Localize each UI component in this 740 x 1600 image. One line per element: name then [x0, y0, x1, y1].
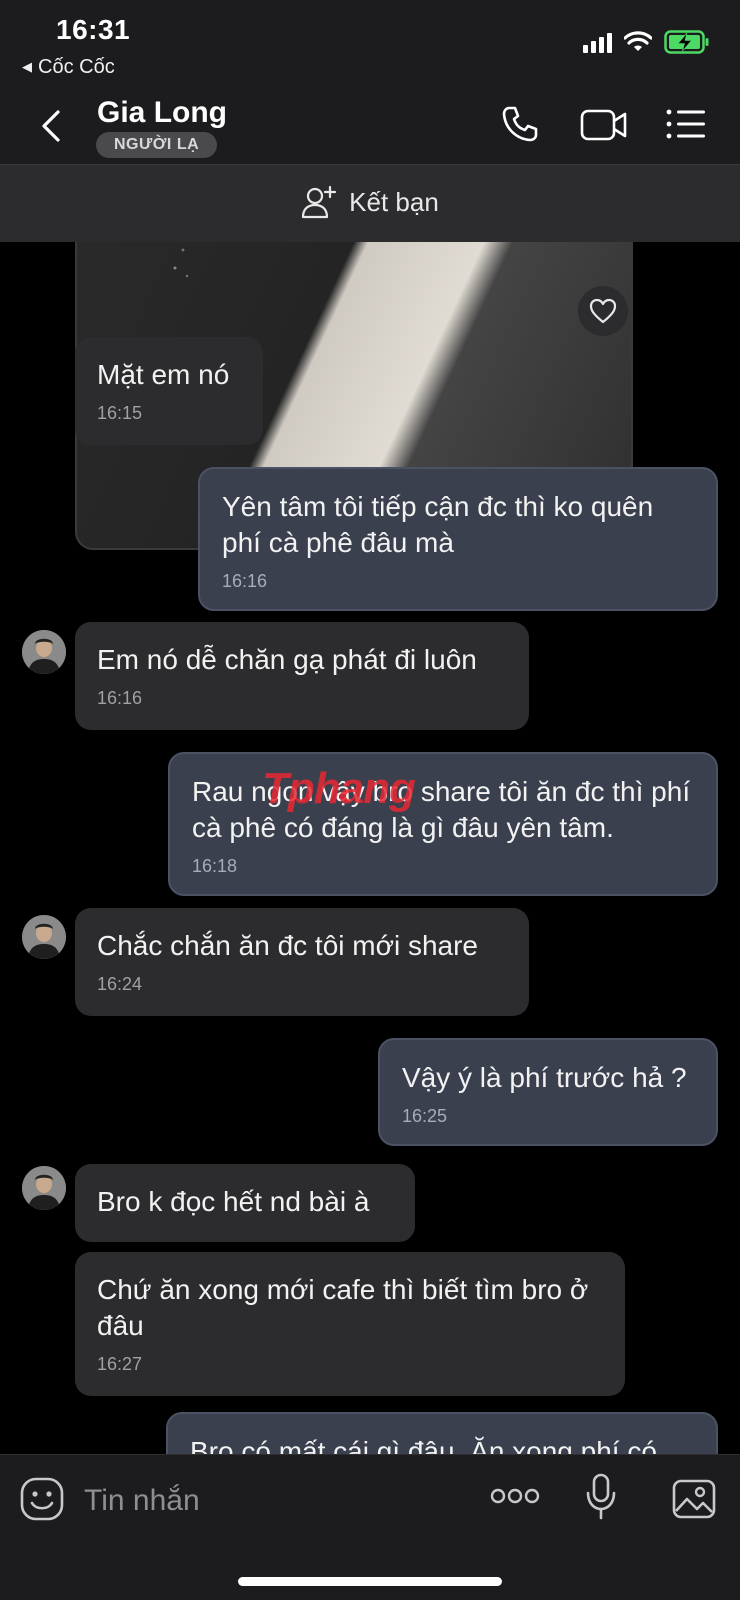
message-bubble-incoming[interactable]: Mặt em nó 16:15	[75, 337, 263, 445]
add-friend-bar: Kết bạn	[0, 164, 740, 242]
contact-name[interactable]: Gia Long	[97, 96, 227, 130]
cellular-signal-icon	[583, 31, 612, 53]
avatar-image	[22, 1166, 66, 1210]
message-text: Em nó dễ chăn gạ phát đi luôn	[97, 644, 477, 675]
react-heart-button[interactable]	[578, 286, 628, 336]
status-time: 16:31	[56, 14, 131, 45]
message-text: Mặt em nó	[97, 359, 230, 390]
back-chevron-icon[interactable]	[34, 106, 70, 146]
message-bubble-incoming[interactable]: Em nó dễ chăn gạ phát đi luôn 16:16	[75, 622, 529, 730]
message-list[interactable]: Mặt em nó 16:15 Yên tâm tôi tiếp cận đc …	[0, 242, 740, 1454]
message-time: 16:24	[97, 974, 143, 994]
message-bubble-outgoing[interactable]: Bro có mất cái gì đâu. Ăn xong phí có	[166, 1412, 718, 1454]
message-text: Vậy ý là phí trước hả ?	[402, 1062, 687, 1093]
microphone-icon[interactable]	[586, 1473, 616, 1521]
menu-list-icon[interactable]	[666, 108, 706, 140]
heart-icon	[589, 298, 617, 324]
back-triangle-icon: ◀	[22, 59, 32, 74]
image-icon[interactable]	[672, 1479, 716, 1519]
message-time: 16:27	[97, 1354, 143, 1374]
status-icons	[583, 30, 710, 54]
video-call-icon[interactable]	[580, 108, 628, 142]
watermark-logo: Tphang	[262, 764, 416, 813]
message-input[interactable]	[84, 1477, 464, 1525]
home-indicator[interactable]	[238, 1577, 502, 1586]
emoji-icon[interactable]	[20, 1477, 64, 1521]
status-bar: 16:31 ◀ Cốc Cốc	[0, 0, 740, 88]
message-bubble-incoming[interactable]: Chắc chắn ăn đc tôi mới share 16:24	[75, 908, 529, 1016]
add-friend-button[interactable]: Kết bạn	[0, 185, 740, 219]
message-bubble-outgoing[interactable]: Yên tâm tôi tiếp cận đc thì ko quên phí …	[198, 467, 718, 611]
message-bubble-outgoing[interactable]: Rau ngon vậy bro share tôi ăn đc thì phí…	[168, 752, 718, 896]
back-app-label: Cốc Cốc	[38, 56, 115, 78]
stranger-badge: NGƯỜI LẠ	[96, 132, 218, 158]
message-time: 16:16	[222, 571, 268, 591]
message-time: 16:15	[97, 403, 143, 423]
add-user-icon	[302, 185, 337, 219]
add-friend-label: Kết bạn	[349, 186, 439, 217]
avatar[interactable]	[22, 1166, 66, 1210]
avatar[interactable]	[22, 915, 66, 959]
message-text: Bro k đọc hết nd bài à	[97, 1186, 370, 1217]
message-bubble-incoming[interactable]: Bro k đọc hết nd bài à	[75, 1164, 415, 1242]
avatar[interactable]	[22, 630, 66, 674]
avatar-image	[22, 915, 66, 959]
message-time: 16:16	[97, 688, 143, 708]
message-text: Yên tâm tôi tiếp cận đc thì ko quên phí …	[222, 491, 654, 558]
message-bubble-outgoing[interactable]: Vậy ý là phí trước hả ? 16:25	[378, 1038, 718, 1146]
more-icon[interactable]	[490, 1487, 540, 1505]
back-to-app-link[interactable]: ◀ Cốc Cốc	[22, 56, 115, 79]
message-bubble-incoming[interactable]: Chứ ăn xong mới cafe thì biết tìm bro ở …	[75, 1252, 625, 1396]
message-time: 16:18	[192, 856, 238, 876]
avatar-image	[22, 630, 66, 674]
message-text: Chắc chắn ăn đc tôi mới share	[97, 930, 478, 961]
wifi-icon	[624, 31, 652, 51]
chat-header: Gia Long NGƯỜI LẠ	[0, 88, 740, 164]
message-text: Chứ ăn xong mới cafe thì biết tìm bro ở …	[97, 1274, 589, 1341]
phone-icon[interactable]	[500, 104, 540, 144]
message-time: 16:25	[402, 1106, 448, 1126]
message-text: Bro có mất cái gì đâu. Ăn xong phí có	[190, 1436, 657, 1454]
photo-texture	[173, 248, 189, 278]
battery-charging-icon	[664, 30, 709, 54]
